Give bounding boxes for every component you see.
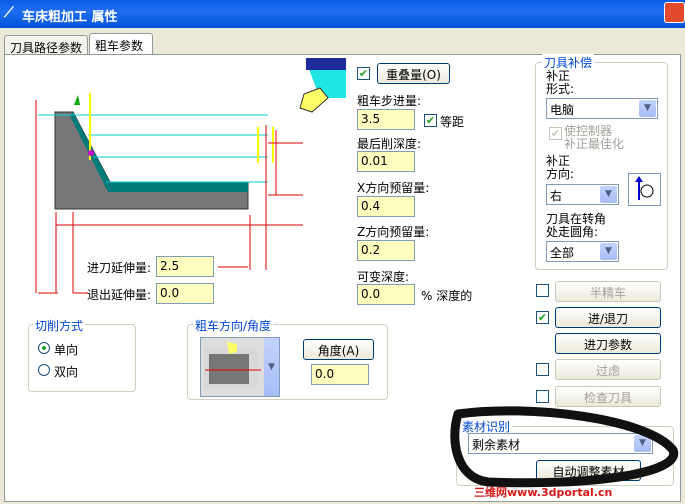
tool-insert-icon (299, 58, 346, 113)
comp-direction-label: 补正 方向: (546, 154, 575, 181)
plunge-params-button[interactable]: 进刀参数 (555, 333, 661, 354)
chevron-down-icon: ▼ (600, 243, 617, 260)
lead-in-out-button[interactable]: 进/退刀 (555, 307, 661, 328)
comp-form-select[interactable]: 电脑 ▼ (546, 98, 658, 119)
rough-step-input[interactable]: 3.5 (357, 109, 415, 130)
exit-extension-input[interactable]: 0.0 (156, 283, 214, 304)
direction-preview-icon (205, 342, 261, 388)
comp-direction-select[interactable]: 右 ▼ (546, 184, 619, 205)
min-depth-input[interactable]: 0.01 (357, 151, 415, 172)
x-stock-input[interactable]: 0.4 (357, 196, 415, 217)
z-stock-input[interactable]: 0.2 (357, 240, 415, 261)
z-stock-label: Z方向预留量: (357, 225, 430, 239)
cut-method-group (28, 324, 136, 392)
rough-step-label: 粗车步进量: (357, 94, 422, 108)
equal-distance-checkbox[interactable]: ✔ (424, 114, 437, 127)
min-depth-label: 最后削深度: (357, 137, 422, 151)
x-stock-label: X方向预留量: (357, 181, 430, 195)
filter-button[interactable]: 过虑 (555, 359, 661, 380)
close-button[interactable] (664, 2, 685, 23)
chevron-down-icon: ▼ (600, 186, 617, 203)
radio-two-way[interactable] (38, 364, 50, 376)
comp-direction-preview (628, 173, 661, 206)
watermark: 三维网www.3dportal.cn (474, 486, 613, 499)
angle-input[interactable]: 0.0 (311, 364, 369, 385)
tab-toolpath-params[interactable]: 刀具路径参数 (4, 35, 88, 55)
cut-method-title: 切削方式 (33, 317, 86, 334)
radio-one-way-label: 单向 (54, 343, 79, 357)
comp-form-label: 补正 形式: (546, 69, 575, 96)
overlap-button[interactable]: 重叠量(O) (377, 63, 450, 84)
corner-label: 刀具在转角 处走圆角: (546, 212, 607, 239)
semi-finish-checkbox[interactable] (536, 284, 549, 297)
chevron-down-icon: ▼ (639, 100, 656, 117)
variable-depth-input[interactable]: 0.0 (357, 284, 415, 305)
variable-depth-unit: % 深度的 (421, 289, 473, 303)
overlap-checkbox[interactable]: ✔ (357, 67, 370, 80)
radio-one-way[interactable] (38, 342, 50, 354)
annotation-scribble (450, 406, 679, 488)
direction-title: 粗车方向/角度 (193, 317, 274, 334)
angle-button[interactable]: 角度(A) (303, 339, 374, 360)
lead-in-out-checkbox[interactable]: ✔ (536, 311, 549, 324)
direction-dropdown-arrow-icon[interactable]: ▼ (264, 338, 279, 396)
direction-selector[interactable]: ▼ (200, 337, 280, 397)
window-title: 车床粗加工 属性 (22, 10, 118, 25)
optimize-label: 使控制器 补正最佳化 (564, 124, 625, 151)
entry-extension-input[interactable]: 2.5 (156, 256, 214, 277)
corner-select[interactable]: 全部 ▼ (546, 241, 619, 262)
variable-depth-label: 可变深度: (357, 270, 410, 284)
equal-distance-label: 等距 (440, 115, 465, 129)
tab-rough-params[interactable]: 粗车参数 (89, 33, 153, 56)
filter-checkbox[interactable] (536, 363, 549, 376)
semi-finish-button[interactable]: 半精车 (555, 281, 661, 302)
exit-extension-label: 退出延伸量: (87, 288, 152, 302)
radio-two-way-label: 双向 (54, 365, 79, 379)
optimize-checkbox[interactable]: ✔ (549, 127, 562, 140)
entry-extension-label: 进刀延伸量: (87, 261, 152, 275)
title-bar: ⟋ 车床粗加工 属性 (0, 0, 685, 28)
app-icon: ⟋ (4, 5, 14, 21)
comp-direction-icon (635, 176, 654, 200)
